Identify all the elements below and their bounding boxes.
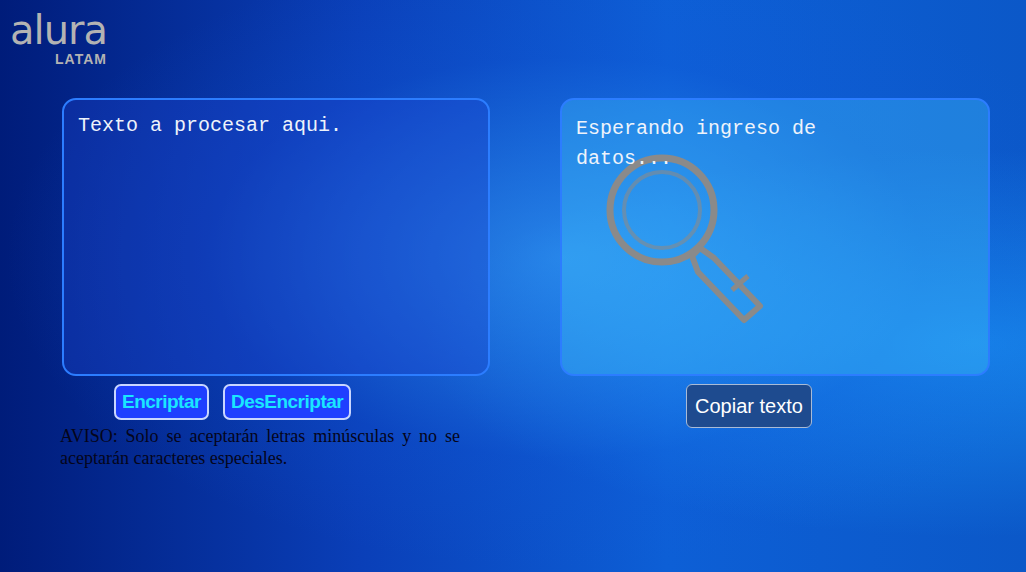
- logo-name: alura: [10, 10, 107, 50]
- output-panel: Esperando ingreso de datos...: [560, 98, 990, 376]
- action-button[interactable]: Encriptar: [114, 384, 209, 420]
- logo-region: LATAM: [55, 52, 107, 66]
- input-textarea[interactable]: [62, 98, 490, 376]
- input-column: Encriptar DesEncriptar AVISO: Solo se acep…: [62, 98, 490, 469]
- logo: alura LATAM: [10, 10, 107, 66]
- copy-row: Copiar texto: [560, 384, 990, 428]
- output-message: Esperando ingreso de datos...: [576, 114, 876, 174]
- button-row: Encriptar DesEncriptar: [62, 384, 490, 420]
- output-column: Esperando ingreso de datos... Copiar text…: [560, 98, 990, 469]
- action-button[interactable]: DesEncriptar: [223, 384, 351, 420]
- notice: AVISO: Solo se aceptarán letras minúscul…: [60, 426, 460, 469]
- copy-button[interactable]: Copiar texto: [686, 384, 812, 428]
- main: Encriptar DesEncriptar AVISO: Solo se acep…: [10, 98, 1026, 469]
- page: alura LATAM Encriptar DesEncriptar AVISO: So…: [0, 0, 1026, 572]
